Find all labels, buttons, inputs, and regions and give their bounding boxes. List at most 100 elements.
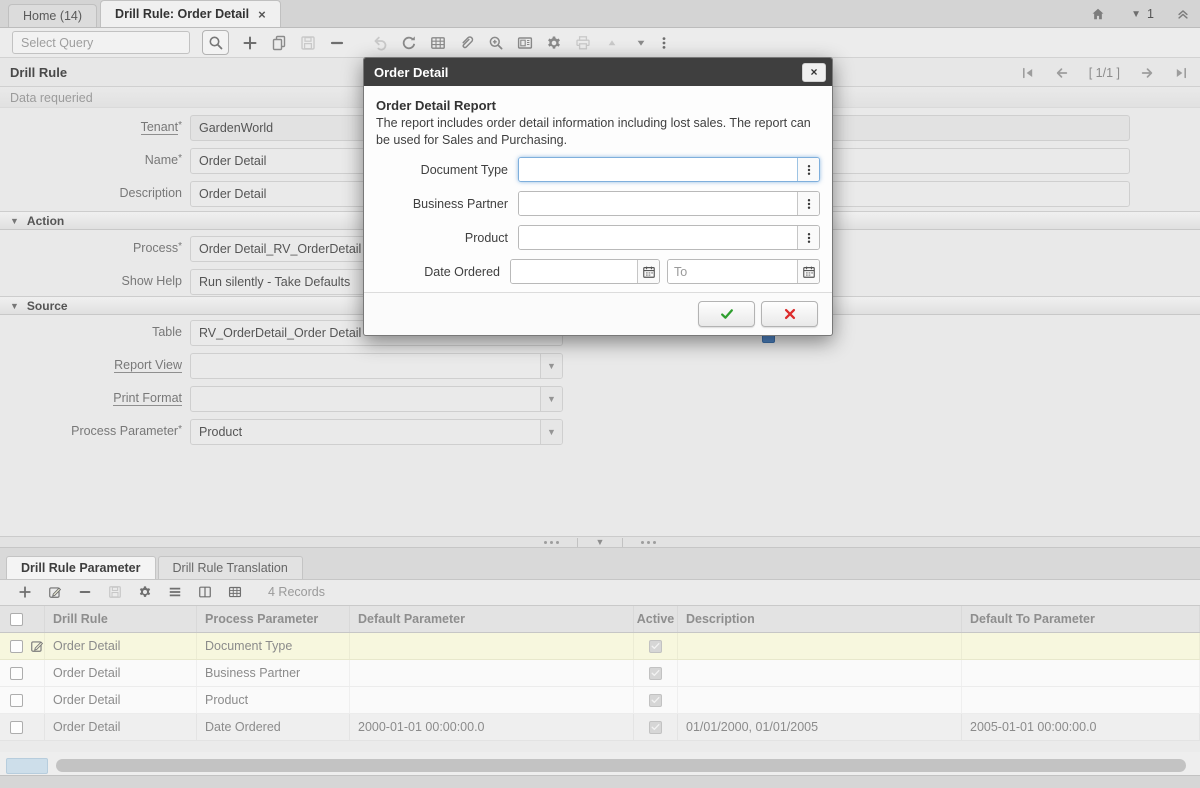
col-default-to-parameter[interactable]: Default To Parameter (962, 606, 1200, 632)
parameter-table: Drill Rule Process Parameter Default Par… (0, 605, 1200, 741)
tab-drill-rule-parameter[interactable]: Drill Rule Parameter (6, 556, 156, 579)
combo-arrow-icon[interactable]: ▼ (540, 420, 562, 444)
col-process-parameter[interactable]: Process Parameter (197, 606, 350, 632)
calendar-icon[interactable] (637, 260, 659, 283)
tab-home-label: Home (14) (23, 9, 82, 23)
table-row[interactable]: Order Detail Product (0, 687, 1200, 714)
report-view-label[interactable]: Report View (0, 358, 182, 372)
frozen-column-box (6, 758, 48, 774)
save-icon (293, 28, 322, 58)
edit-row-icon[interactable] (30, 639, 44, 653)
splitter-collapse-icon[interactable]: ▼ (578, 537, 623, 547)
copy-record-icon[interactable] (264, 28, 293, 58)
report-icon[interactable] (510, 28, 539, 58)
columns-icon[interactable] (194, 580, 216, 604)
calendar-icon[interactable] (797, 260, 819, 283)
col-description[interactable]: Description (678, 606, 962, 632)
detail-toolbar: 4 Records (0, 580, 1200, 604)
horizontal-scrollbar-thumb[interactable] (56, 759, 1186, 772)
home-icon[interactable] (1091, 7, 1105, 21)
requery-icon[interactable] (394, 28, 423, 58)
row-checkbox[interactable] (10, 667, 23, 680)
row-checkbox[interactable] (10, 721, 23, 734)
tab-drill-rule-translation[interactable]: Drill Rule Translation (158, 556, 303, 579)
previous-record-icon[interactable] (1055, 66, 1069, 80)
attachment-icon[interactable] (452, 28, 481, 58)
next-record-icon[interactable] (1140, 66, 1154, 80)
new-record-icon[interactable] (235, 28, 264, 58)
col-default-parameter[interactable]: Default Parameter (350, 606, 634, 632)
select-query-combo[interactable]: ▼ (12, 31, 190, 54)
date-from-input[interactable] (511, 260, 637, 283)
combo-arrow-icon[interactable]: ▼ (540, 387, 562, 411)
dialog-title: Order Detail (374, 65, 448, 80)
edit-icon[interactable] (44, 580, 66, 604)
desktop-number: 1 (1147, 7, 1154, 21)
row-checkbox[interactable] (10, 694, 23, 707)
name-label: Name* (0, 153, 182, 167)
cancel-button[interactable] (761, 301, 818, 327)
tenant-label[interactable]: Tenant* (0, 120, 182, 134)
col-drill-rule[interactable]: Drill Rule (45, 606, 197, 632)
rows-icon[interactable] (164, 580, 186, 604)
desktop-caret-icon[interactable]: ▼ (1131, 9, 1141, 20)
business-partner-input[interactable] (519, 192, 797, 215)
horizontal-splitter[interactable]: ▼ (0, 536, 1200, 548)
col-active[interactable]: Active (634, 606, 678, 632)
new-icon[interactable] (14, 580, 36, 604)
product-input[interactable] (519, 226, 797, 249)
splitter-grip[interactable] (623, 541, 674, 544)
tab-drill-rule[interactable]: Drill Rule: Order Detail × (100, 0, 281, 27)
tab-home[interactable]: Home (14) (8, 4, 97, 27)
product-lookup[interactable] (518, 225, 820, 250)
process-label: Process* (0, 241, 182, 255)
tabbar-right-controls: ▼ 1 (1091, 0, 1190, 28)
dialog-titlebar[interactable]: Order Detail × (364, 58, 832, 86)
status-message: Data requeried (10, 91, 93, 105)
confirm-button[interactable] (698, 301, 755, 327)
record-position: [ 1/1 ] (1089, 66, 1120, 80)
first-record-icon[interactable] (1021, 66, 1035, 80)
print-format-label[interactable]: Print Format (0, 391, 182, 405)
record-navigation: [ 1/1 ] (1021, 58, 1188, 87)
combo-arrow-icon[interactable]: ▼ (540, 354, 562, 378)
customize-icon[interactable] (539, 28, 568, 58)
toggle-grid-icon[interactable] (423, 28, 452, 58)
tab-close-icon[interactable]: × (258, 8, 266, 21)
delete-icon[interactable] (74, 580, 96, 604)
find-record-button[interactable] (202, 30, 229, 55)
print-icon (568, 28, 597, 58)
save-icon (104, 580, 126, 604)
lookup-more-icon[interactable] (797, 192, 819, 215)
date-ordered-from[interactable] (510, 259, 660, 284)
date-to-input[interactable] (668, 260, 797, 283)
table-row[interactable]: Order Detail Date Ordered 2000-01-01 00:… (0, 714, 1200, 741)
document-type-input[interactable] (519, 158, 797, 181)
table-row[interactable]: Order Detail Document Type (0, 633, 1200, 660)
zoom-across-icon[interactable] (481, 28, 510, 58)
customize-icon[interactable] (134, 580, 156, 604)
delete-record-icon[interactable] (322, 28, 351, 58)
table-row[interactable]: Order Detail Business Partner (0, 660, 1200, 687)
business-partner-lookup[interactable] (518, 191, 820, 216)
last-record-icon[interactable] (1174, 66, 1188, 80)
print-format-combo[interactable]: ▼ (190, 386, 563, 412)
collapse-header-icon[interactable] (1176, 7, 1190, 21)
select-all-checkbox[interactable] (10, 613, 23, 626)
lookup-more-icon[interactable] (797, 226, 819, 249)
detail-record-icon[interactable] (626, 28, 655, 58)
window-title: Drill Rule (10, 65, 67, 80)
table-header-row: Drill Rule Process Parameter Default Par… (0, 605, 1200, 633)
more-actions-icon[interactable] (655, 28, 673, 58)
dialog-close-icon[interactable]: × (802, 63, 826, 82)
report-view-combo[interactable]: ▼ (190, 353, 563, 379)
lookup-more-icon[interactable] (797, 158, 819, 181)
document-type-lookup[interactable] (518, 157, 820, 182)
grid-icon[interactable] (224, 580, 246, 604)
process-parameter-combo[interactable]: Product ▼ (190, 419, 563, 445)
row-checkbox[interactable] (10, 640, 23, 653)
select-query-input[interactable] (13, 32, 190, 53)
splitter-grip[interactable] (526, 541, 577, 544)
param-row-product: Product (376, 225, 820, 250)
date-ordered-to[interactable] (667, 259, 820, 284)
